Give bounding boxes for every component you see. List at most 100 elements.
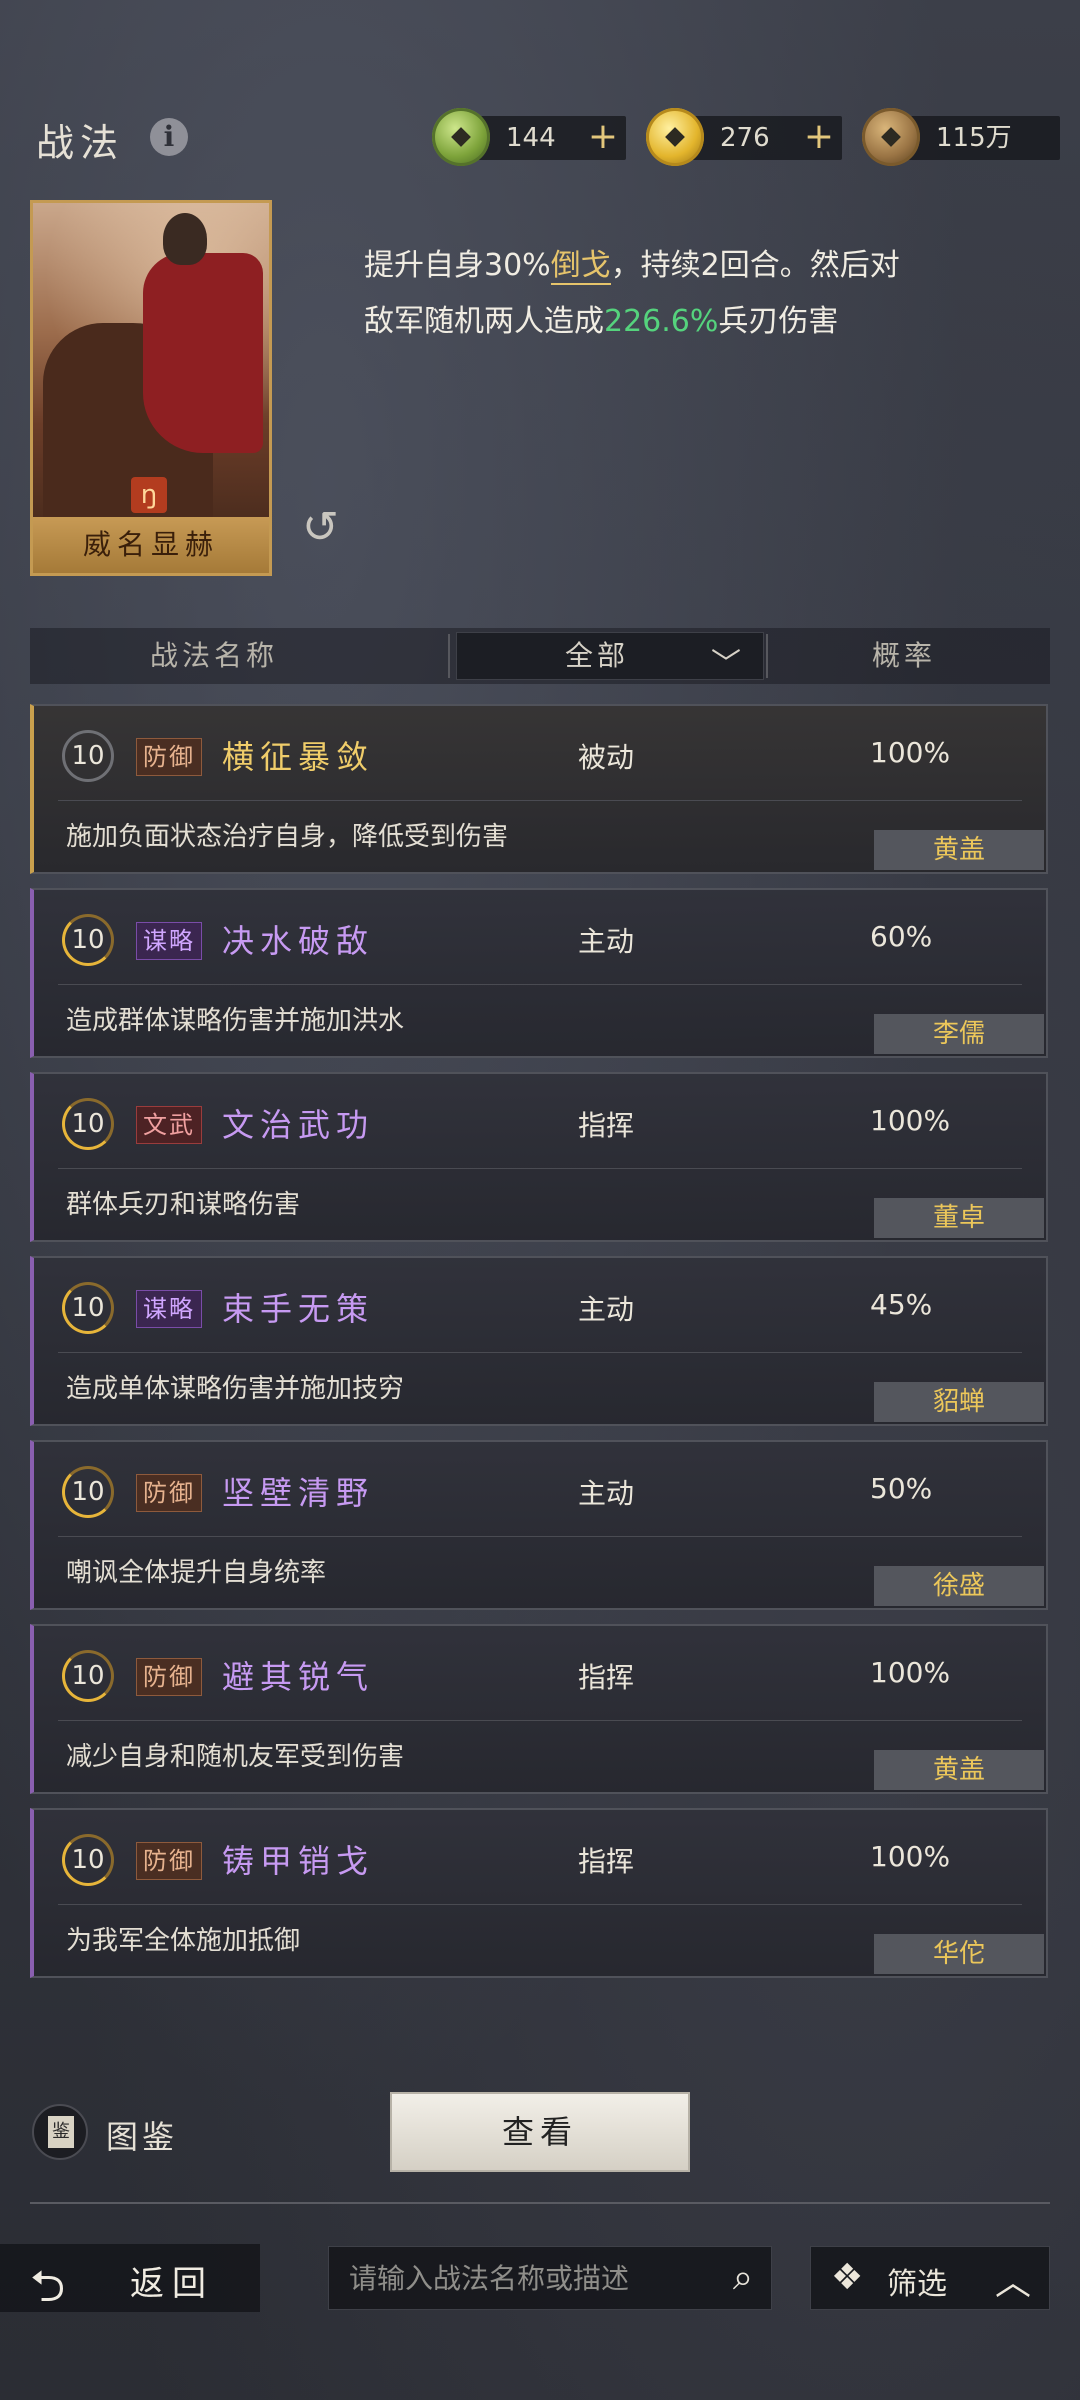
skill-row[interactable]: 10 谋略 束手无策 主动 45% 造成单体谋略伤害并施加技穷 貂蝉 — [30, 1256, 1048, 1426]
category-dropdown-value: 全部 — [565, 639, 630, 672]
skill-tag: 防御 — [136, 1658, 202, 1696]
row-divider — [58, 1904, 1022, 1905]
level-badge: 10 — [62, 1650, 114, 1702]
info-icon[interactable]: i — [150, 118, 188, 156]
skill-desc: 为我军全体施加抵御 — [66, 1926, 301, 1956]
skill-name: 束手无策 — [222, 1290, 375, 1328]
search-icon[interactable]: ⌕ — [733, 2257, 753, 2299]
encyclopedia-icon[interactable]: 鉴 — [32, 2104, 88, 2160]
column-header-name: 战法名称 — [150, 639, 279, 672]
skill-name: 避其锐气 — [222, 1658, 375, 1696]
skill-rate: 100% — [870, 1840, 951, 1873]
skill-tag: 防御 — [136, 738, 202, 776]
skill-row[interactable]: 10 防御 横征暴敛 被动 100% 施加负面状态治疗自身，降低受到伤害 黄盖 — [30, 704, 1048, 874]
card-emblem-icon: ŋ — [131, 477, 167, 513]
jade-coin-icon — [432, 108, 490, 166]
skill-row[interactable]: 10 防御 避其锐气 指挥 100% 减少自身和随机友军受到伤害 黄盖 — [30, 1624, 1048, 1794]
header-divider — [766, 634, 768, 678]
skill-row[interactable]: 10 防御 坚壁清野 主动 50% 嘲讽全体提升自身统率 徐盛 — [30, 1440, 1048, 1610]
copper-resource: 115万 — [862, 108, 1060, 166]
skill-desc: 嘲讽全体提升自身统率 — [66, 1558, 327, 1588]
level-badge: 10 — [62, 914, 114, 966]
skill-row[interactable]: 10 文武 文治武功 指挥 100% 群体兵刃和谋略伤害 董卓 — [30, 1072, 1048, 1242]
row-divider — [58, 1720, 1022, 1721]
category-dropdown[interactable]: 全部 ﹀ — [456, 632, 764, 682]
jade-resource: 144 + — [432, 108, 626, 166]
skill-owner: 李儒 — [874, 1014, 1044, 1054]
skill-type: 指挥 — [578, 1845, 635, 1878]
skill-type: 主动 — [578, 925, 635, 958]
skill-name: 决水破敌 — [222, 922, 375, 960]
gold-value: 276 — [720, 123, 770, 153]
skill-type: 指挥 — [578, 1661, 635, 1694]
gold-coin-icon — [646, 108, 704, 166]
view-button[interactable]: 查看 — [390, 2092, 690, 2172]
skill-owner: 貂蝉 — [874, 1382, 1044, 1422]
filter-label: 筛选 — [887, 2267, 947, 2302]
skill-desc: 减少自身和随机友军受到伤害 — [66, 1742, 405, 1772]
level-badge: 10 — [62, 1098, 114, 1150]
copper-coin-icon — [862, 108, 920, 166]
search-input[interactable] — [347, 2247, 711, 2311]
skill-rate: 100% — [870, 1656, 951, 1689]
card-art-head — [163, 213, 207, 265]
damage-value: 226.6% — [604, 304, 719, 339]
filter-icon: ❖ — [831, 2257, 864, 2298]
encyclopedia-label[interactable]: 图鉴 — [106, 2112, 178, 2158]
back-label: 返回 — [130, 2264, 214, 2304]
book-icon: 鉴 — [48, 2116, 74, 2148]
skill-tag: 文武 — [136, 1106, 202, 1144]
divider — [30, 2202, 1050, 2204]
refresh-icon[interactable]: ↺ — [302, 506, 346, 550]
filter-button[interactable]: ❖ 筛选 ︿ — [810, 2246, 1050, 2310]
level-badge: 10 — [62, 1834, 114, 1886]
gold-add-button[interactable]: + — [804, 116, 834, 158]
skill-owner: 徐盛 — [874, 1566, 1044, 1606]
jade-value: 144 — [506, 123, 556, 153]
skill-rate: 45% — [870, 1288, 933, 1321]
skill-tag: 防御 — [136, 1474, 202, 1512]
skill-rate: 100% — [870, 1104, 951, 1137]
back-arrow-icon: ⮌ — [30, 2261, 66, 2312]
card-name: 威名显赫 — [33, 517, 269, 573]
skill-name: 铸甲销戈 — [222, 1842, 375, 1880]
skill-rate: 60% — [870, 920, 933, 953]
skill-description: 提升自身30%倒戈，持续2回合。然后对 敌军随机两人造成226.6%兵刃伤害 — [364, 248, 900, 339]
header-divider — [448, 634, 450, 678]
page-title: 战法 — [36, 121, 125, 165]
skill-type: 被动 — [578, 741, 635, 774]
level-badge: 10 — [62, 730, 114, 782]
skill-name: 横征暴敛 — [222, 738, 375, 776]
jade-add-button[interactable]: + — [588, 116, 618, 158]
skill-tag: 防御 — [136, 1842, 202, 1880]
skill-owner: 黄盖 — [874, 830, 1044, 870]
row-divider — [58, 800, 1022, 801]
skill-rate: 100% — [870, 736, 951, 769]
back-button[interactable]: ⮌ 返回 — [0, 2244, 260, 2312]
skill-tag: 谋略 — [136, 922, 202, 960]
skill-desc: 造成群体谋略伤害并施加洪水 — [66, 1006, 405, 1036]
skill-owner: 黄盖 — [874, 1750, 1044, 1790]
column-header-rate: 概率 — [872, 639, 937, 672]
row-divider — [58, 1168, 1022, 1169]
skill-type: 主动 — [578, 1477, 635, 1510]
skill-row[interactable]: 10 谋略 决水破敌 主动 60% 造成群体谋略伤害并施加洪水 李儒 — [30, 888, 1048, 1058]
skill-row[interactable]: 10 防御 铸甲销戈 指挥 100% 为我军全体施加抵御 华佗 — [30, 1808, 1048, 1978]
skill-owner: 华佗 — [874, 1934, 1044, 1974]
skill-tag: 谋略 — [136, 1290, 202, 1328]
skill-desc: 施加负面状态治疗自身，降低受到伤害 — [66, 822, 509, 852]
search-box[interactable]: ⌕ — [328, 2246, 772, 2311]
level-badge: 10 — [62, 1282, 114, 1334]
skill-name: 文治武功 — [222, 1106, 375, 1144]
copper-value: 115万 — [936, 123, 1012, 153]
skill-type: 指挥 — [578, 1109, 635, 1142]
chevron-down-icon: ﹀ — [711, 647, 741, 682]
row-divider — [58, 1536, 1022, 1537]
row-divider — [58, 984, 1022, 985]
skill-desc: 造成单体谋略伤害并施加技穷 — [66, 1374, 405, 1404]
row-divider — [58, 1352, 1022, 1353]
skill-desc: 群体兵刃和谋略伤害 — [66, 1190, 301, 1220]
keyword-link[interactable]: 倒戈 — [550, 248, 611, 285]
gold-resource: 276 + — [646, 108, 842, 166]
skill-card[interactable]: ŋ 威名显赫 — [30, 200, 272, 576]
